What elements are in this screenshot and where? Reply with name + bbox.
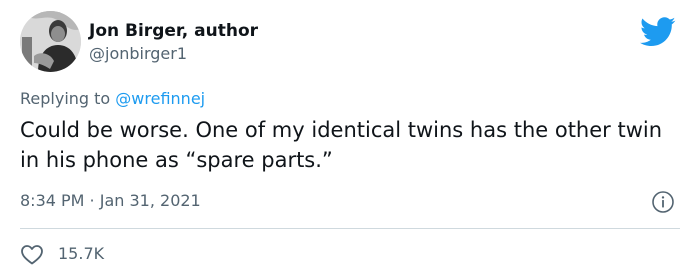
twitter-bird-icon[interactable] bbox=[640, 17, 676, 47]
heart-icon[interactable] bbox=[20, 243, 44, 265]
replying-to: Replying to @wrefinnej bbox=[20, 88, 205, 110]
replying-to-label: Replying to bbox=[20, 89, 111, 108]
avatar[interactable] bbox=[20, 11, 81, 72]
like-count: 15.7K bbox=[58, 244, 105, 263]
author-name[interactable]: Jon Birger, author bbox=[89, 20, 258, 42]
reply-mention-link[interactable]: @wrefinnej bbox=[115, 89, 205, 108]
author-handle[interactable]: @jonbirger1 bbox=[89, 43, 187, 65]
tweet-timestamp[interactable]: 8:34 PM · Jan 31, 2021 bbox=[20, 190, 201, 212]
info-icon[interactable] bbox=[651, 190, 675, 214]
divider bbox=[20, 228, 680, 229]
tweet-text: Could be worse. One of my identical twin… bbox=[20, 118, 663, 172]
like-action[interactable]: 15.7K bbox=[20, 241, 104, 267]
